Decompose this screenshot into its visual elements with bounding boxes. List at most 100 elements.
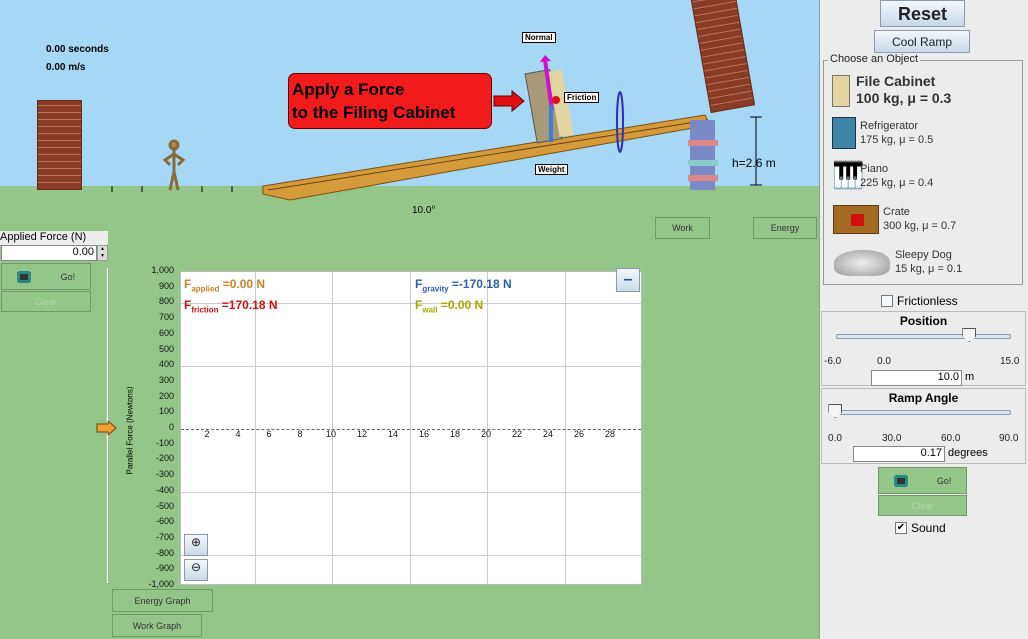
callout-arrow: [493, 89, 525, 113]
object-info: 300 kg, μ = 0.7: [883, 220, 957, 232]
minimize-graph-button[interactable]: –: [616, 268, 640, 292]
force-readouts: Fapplied =0.00 N Ffriction =170.18 N: [184, 276, 278, 319]
object-refrigerator[interactable]: Refrigerator 175 kg, μ = 0.5: [828, 117, 1023, 151]
force-slider-handle[interactable]: [96, 421, 118, 435]
position-title: Position: [899, 314, 948, 328]
object-name: Piano: [860, 163, 889, 175]
checkmark-icon[interactable]: ✔: [895, 522, 907, 534]
angle-slider-thumb[interactable]: [828, 404, 843, 418]
go-label: Go!: [60, 271, 76, 282]
object-piano[interactable]: 🎹 Piano 225 kg, μ = 0.4: [828, 160, 1023, 194]
grid-line: [332, 272, 333, 584]
y-tick-label: 600: [158, 327, 174, 338]
x-tick-label: 8: [297, 429, 303, 439]
normal-label: Normal: [522, 32, 556, 43]
weight-label: Weight: [535, 164, 568, 175]
sound-label: Sound: [911, 521, 946, 535]
cool-ramp-button[interactable]: Cool Ramp: [874, 30, 970, 53]
ramp-angle-control: Ramp Angle 0.0 30.0 60.0 90.0 0.17 degre…: [821, 388, 1026, 464]
x-tick-label: 22: [511, 429, 522, 439]
tick-label: 15.0: [1000, 356, 1020, 367]
y-tick-label: 300: [158, 374, 174, 385]
y-tick-label: 800: [158, 296, 174, 307]
grid-line: [181, 554, 641, 556]
angle-input[interactable]: 0.17: [853, 446, 945, 462]
x-tick-label: 10: [325, 429, 336, 439]
checkbox-box[interactable]: [881, 295, 893, 307]
angle-label: 10.0°: [412, 205, 436, 216]
x-tick-label: 28: [604, 429, 615, 439]
file-cabinet-icon: [832, 75, 850, 107]
y-tick-label: -300: [155, 469, 174, 480]
x-tick-label: 12: [356, 429, 367, 439]
position-slider-track[interactable]: [836, 334, 1011, 339]
x-tick-label: 2: [204, 429, 210, 439]
object-info: 225 kg, μ = 0.4: [860, 177, 934, 189]
frictionless-checkbox[interactable]: Frictionless: [881, 294, 958, 308]
position-input[interactable]: 10.0: [871, 370, 962, 386]
object-info: 100 kg, μ = 0.3: [856, 90, 952, 106]
applied-clear-button[interactable]: Clear: [1, 291, 91, 312]
object-name: Sleepy Dog: [895, 249, 952, 261]
object-file-cabinet[interactable]: File Cabinet 100 kg, μ = 0.3: [828, 73, 1023, 109]
x-tick-label: 16: [418, 429, 429, 439]
object-sleepy-dog[interactable]: Sleepy Dog 15 kg, μ = 0.1: [828, 246, 1023, 280]
work-button[interactable]: Work: [655, 217, 710, 239]
applied-readout: Fapplied =0.00 N: [184, 277, 266, 294]
rotation-handle: [616, 91, 624, 153]
y-tick-label: 100: [158, 406, 174, 417]
energy-graph-button[interactable]: Energy Graph: [112, 589, 213, 612]
object-crate[interactable]: Crate 300 kg, μ = 0.7: [828, 203, 1023, 237]
applied-force-label: Applied Force (N): [0, 231, 108, 245]
grid-line: [254, 272, 256, 584]
refrigerator-icon: [832, 117, 856, 149]
grid-line: [181, 491, 641, 493]
reset-button[interactable]: Reset: [880, 0, 965, 27]
x-tick-label: 20: [480, 429, 491, 439]
y-tick-label: 1,000: [151, 265, 174, 275]
y-tick-label: 0: [168, 422, 174, 432]
object-name: File Cabinet: [856, 73, 936, 89]
position-slider-thumb[interactable]: [962, 328, 977, 342]
x-tick-label: 26: [573, 429, 584, 439]
object-name: Crate: [883, 206, 910, 218]
tick-label: 30.0: [882, 433, 902, 444]
energy-button[interactable]: Energy: [753, 217, 817, 239]
y-tick-label: 500: [158, 343, 174, 354]
y-tick-label: -800: [155, 547, 174, 558]
ramp-angle-title: Ramp Angle: [888, 391, 959, 405]
work-graph-button[interactable]: Work Graph: [112, 614, 202, 637]
angle-slider-track[interactable]: [830, 410, 1011, 415]
sound-checkbox[interactable]: ✔ Sound: [895, 521, 946, 535]
object-name: Refrigerator: [860, 120, 919, 132]
zoom-out-button[interactable]: ⊖: [184, 559, 208, 581]
y-tick-label: 400: [158, 359, 174, 370]
traffic-light-icon: [893, 474, 908, 487]
y-tick-label: 200: [158, 390, 174, 401]
control-panel: Reset Cool Ramp Choose an Object File Ca…: [819, 0, 1028, 639]
gravity-readout: Fgravity =-170.18 N: [415, 277, 512, 294]
zoom-in-button[interactable]: ⊕: [184, 534, 208, 556]
crate-icon: [833, 205, 879, 234]
y-tick-label: -700: [155, 531, 174, 542]
object-info: 15 kg, μ = 0.1: [895, 263, 963, 275]
applied-force-input[interactable]: 0.00: [1, 245, 97, 261]
y-tick-label: -1,000: [148, 579, 174, 589]
applied-go-button[interactable]: Go!: [1, 263, 91, 290]
tick-label: -6.0: [824, 356, 842, 367]
applied-force-spinner[interactable]: ▴ ▾: [97, 245, 108, 261]
tick-label: 0.0: [828, 433, 842, 444]
y-tick-label: -100: [155, 437, 174, 448]
go-button[interactable]: Go!: [878, 467, 967, 494]
height-indicator: [750, 116, 762, 186]
x-tick-label: 6: [266, 429, 272, 439]
y-tick-label: -400: [155, 484, 174, 495]
x-tick-label: 24: [542, 429, 553, 439]
clear-button[interactable]: Clear: [878, 495, 967, 516]
book-stack: [688, 120, 718, 190]
friction-readout: Ffriction =170.18 N: [184, 298, 278, 315]
grid-line: [487, 272, 488, 584]
stick-figure: [162, 139, 186, 191]
y-tick-label: -200: [155, 453, 174, 464]
frictionless-label: Frictionless: [897, 294, 958, 308]
